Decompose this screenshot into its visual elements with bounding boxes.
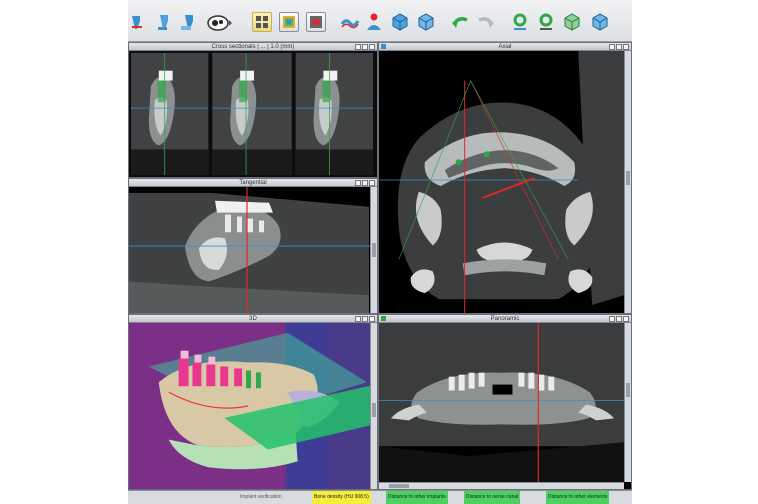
panel-window-controls [355,180,375,186]
cross-section-panel[interactable]: Cross sectionals | ... | 1.0 (mm) [128,42,378,178]
grid-layout-icon [283,16,295,28]
tangential-vertical-scrollbar[interactable] [370,187,377,313]
maximize-icon[interactable] [616,44,622,50]
undo-button[interactable] [450,12,470,32]
planning-app: Cross sectionals | ... | 1.0 (mm) Tangen… [128,0,632,504]
cube-icon [564,13,580,31]
cross-section-slice-1 [130,52,209,176]
redo-icon [478,17,494,28]
camera-icon [207,15,232,31]
close-icon[interactable] [369,44,375,50]
tooth-implant-icon [158,15,168,30]
wave-icon [340,19,360,29]
pin-icon[interactable] [355,180,361,186]
main-toolbar [128,0,632,42]
settings-button-1[interactable] [510,12,530,32]
maximize-icon[interactable] [362,316,368,322]
implant-tool-button-3[interactable] [178,12,198,32]
person-icon [367,13,381,30]
record-button[interactable] [306,12,326,32]
undo-icon [452,17,468,28]
cube-icon [418,13,434,31]
panoramic-vertical-scrollbar[interactable] [624,323,631,482]
panel-window-controls [609,316,629,322]
view-cube-button-1[interactable] [390,12,410,32]
axial-image [379,51,624,313]
maximize-icon[interactable] [362,180,368,186]
tangential-panel-title: Tangential [129,179,377,187]
cube-icon [392,13,408,31]
axial-marker-icon [381,44,386,49]
close-icon[interactable] [369,316,375,322]
status-distance-nerve[interactable]: Distance to nerve canal [464,491,521,504]
cross-section-panel-title: Cross sectionals | ... | 1.0 (mm) [129,43,377,51]
3d-panel[interactable]: 3D [128,314,378,490]
camera-button[interactable] [206,12,232,32]
tangential-panel[interactable]: Tangential [128,178,378,314]
3d-panel-title: 3D [129,315,377,323]
record-icon [310,16,322,28]
panoramic-panel[interactable]: Panoramic [378,314,632,490]
implant-tool-button-1[interactable] [128,12,148,32]
3d-vertical-scrollbar[interactable] [370,323,377,489]
layout-color-button[interactable] [279,12,299,32]
cube-icon [592,13,608,31]
3d-model-render [129,323,377,489]
layout-grid-button[interactable] [252,12,272,32]
panoramic-view[interactable] [379,323,624,482]
status-bar: Implant verification Bone density (HU 90… [128,490,632,504]
gear-icon [539,13,553,30]
cross-section-views[interactable] [129,51,377,177]
status-bone-density[interactable]: Bone density (HU 908.5) [312,491,371,504]
tangential-view[interactable] [129,187,377,313]
maximize-icon[interactable] [616,316,622,322]
pin-icon[interactable] [355,316,361,322]
status-implant-verification: Implant verification [240,494,282,500]
axial-panel[interactable]: Axial [378,42,632,314]
model-cube-button-1[interactable] [562,12,582,32]
cross-section-images [129,51,377,177]
close-icon[interactable] [623,44,629,50]
gear-icon [513,13,527,30]
tooth-implant-icon [181,15,193,30]
model-cube-button-2[interactable] [590,12,610,32]
panoramic-horizontal-scrollbar[interactable] [379,482,624,489]
implant-tool-button-2[interactable] [154,12,174,32]
axial-vertical-scrollbar[interactable] [624,51,631,313]
tooth-implant-icon [132,16,142,29]
settings-button-2[interactable] [536,12,556,32]
view-cube-button-2[interactable] [416,12,436,32]
cross-section-slice-2 [212,52,292,176]
redo-button[interactable] [476,12,496,32]
axial-view[interactable] [379,51,624,313]
maximize-icon[interactable] [362,44,368,50]
cross-section-slice-3 [295,52,374,176]
close-icon[interactable] [623,316,629,322]
panel-window-controls [355,44,375,50]
pin-icon[interactable] [609,316,615,322]
3d-view[interactable] [129,323,377,489]
grid-layout-icon [256,16,268,28]
wave-tool-button[interactable] [340,12,360,32]
panel-window-controls [355,316,375,322]
status-distance-implants[interactable]: Distance to other implants [386,491,448,504]
status-distance-elements[interactable]: Distance to other elements [546,491,610,504]
axial-panel-title: Axial [379,43,631,51]
panel-window-controls [609,44,629,50]
pin-icon[interactable] [355,44,361,50]
patient-button[interactable] [364,12,384,32]
tangential-image [129,187,372,313]
panoramic-panel-title: Panoramic [379,315,631,323]
panoramic-marker-icon [381,316,386,321]
pin-icon[interactable] [609,44,615,50]
close-icon[interactable] [369,180,375,186]
panoramic-image [379,323,624,482]
